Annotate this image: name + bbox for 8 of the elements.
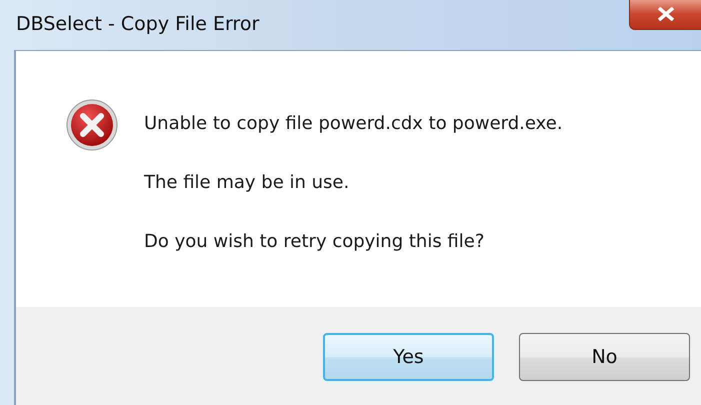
close-button[interactable] [629,0,701,30]
close-icon [656,7,676,21]
message-text: The file may be in use. [144,171,350,195]
no-button[interactable]: No [519,333,690,381]
window-title: DBSelect - Copy File Error [16,13,260,35]
message-text: Do you wish to retry copying this file? [144,230,486,254]
yes-button[interactable]: Yes [323,333,494,381]
message-text: Unable to copy file powerd.cdx to powerd.exe. [144,112,563,136]
